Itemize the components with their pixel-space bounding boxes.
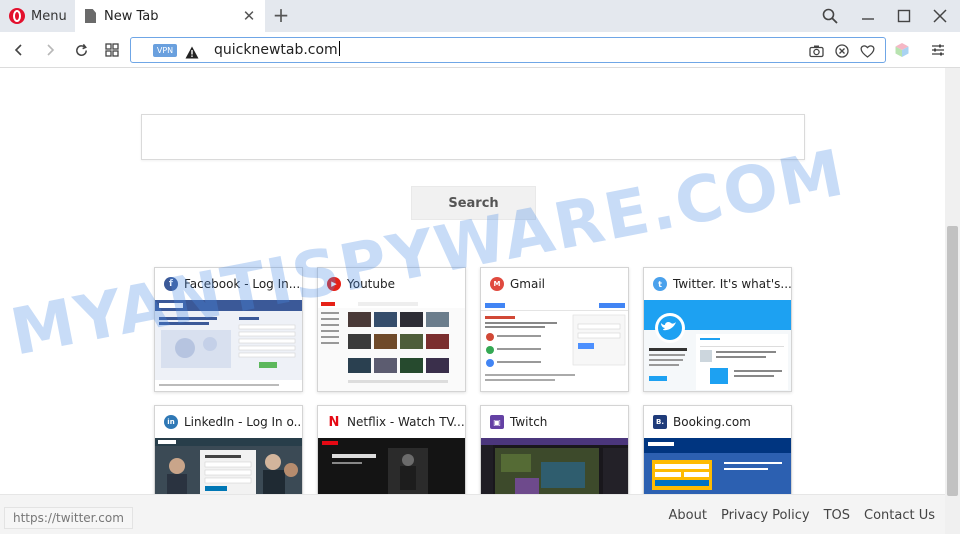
tile-title: LinkedIn - Log In o...: [184, 415, 303, 429]
speed-dial-youtube[interactable]: ▶ Youtube: [317, 267, 466, 392]
url-text: quicknewtab.com: [214, 42, 338, 58]
footer-link-tos[interactable]: TOS: [824, 508, 850, 523]
tile-title: Booking.com: [673, 415, 751, 429]
linkedin-icon: in: [164, 415, 178, 429]
status-bar-url: https://twitter.com: [4, 507, 133, 529]
twitter-thumbnail: [644, 300, 791, 391]
back-arrow-icon[interactable]: [7, 38, 31, 62]
forward-arrow-icon[interactable]: [38, 38, 62, 62]
page-icon: [85, 9, 96, 23]
tile-title: Youtube: [347, 277, 395, 291]
close-tab-icon[interactable]: ✕: [241, 7, 257, 25]
twitter-icon: t: [653, 277, 667, 291]
facebook-icon: f: [164, 277, 178, 291]
speed-dial-gmail[interactable]: M Gmail: [480, 267, 629, 392]
opera-logo-icon: [9, 8, 25, 24]
footer-links: About Privacy Policy TOS Contact Us: [669, 508, 935, 523]
page-content: Search f Facebook - Log In... ▶ Youtube …: [0, 68, 945, 534]
speed-dial-facebook[interactable]: f Facebook - Log In...: [154, 267, 303, 392]
easy-setup-icon[interactable]: [926, 38, 950, 62]
netflix-icon: N: [328, 414, 340, 430]
speed-dial-twitter[interactable]: t Twitter. It's what's...: [643, 267, 792, 392]
minimize-icon[interactable]: [857, 5, 879, 27]
extension-cube-icon[interactable]: [890, 38, 914, 62]
booking-icon: B.: [653, 415, 667, 429]
navigation-bar: VPN quicknewtab.com: [0, 32, 960, 68]
camera-snapshot-icon[interactable]: [808, 43, 824, 59]
search-tabs-icon[interactable]: [819, 5, 841, 27]
menu-label: Menu: [31, 8, 67, 24]
youtube-thumbnail: [318, 300, 465, 391]
gmail-thumbnail: [481, 300, 628, 391]
speed-dial-grid-icon[interactable]: [100, 38, 124, 62]
address-bar[interactable]: VPN quicknewtab.com: [130, 37, 886, 63]
maximize-icon[interactable]: [893, 5, 915, 27]
scrollbar-thumb[interactable]: [947, 226, 958, 496]
vertical-scrollbar[interactable]: [945, 68, 960, 534]
warning-icon[interactable]: [185, 44, 199, 59]
new-tab-plus-icon[interactable]: +: [270, 3, 292, 27]
tab-title: New Tab: [104, 8, 159, 24]
tile-title: Facebook - Log In...: [184, 277, 301, 291]
tile-title: Twitch: [510, 415, 548, 429]
close-window-icon[interactable]: [929, 5, 951, 27]
tile-title: Gmail: [510, 277, 546, 291]
opera-menu-button[interactable]: Menu: [0, 0, 75, 32]
footer-link-privacy-policy[interactable]: Privacy Policy: [721, 508, 810, 523]
tab-new-tab[interactable]: New Tab ✕: [75, 0, 265, 32]
gmail-icon: M: [490, 277, 504, 291]
vpn-badge[interactable]: VPN: [153, 44, 177, 57]
heart-bookmark-icon[interactable]: [859, 43, 875, 59]
footer-link-about[interactable]: About: [669, 508, 707, 523]
footer-link-contact-us[interactable]: Contact Us: [864, 508, 935, 523]
search-button[interactable]: Search: [411, 186, 536, 220]
twitch-icon: ▣: [490, 415, 504, 429]
youtube-icon: ▶: [327, 277, 341, 291]
page-footer: https://twitter.com About Privacy Policy…: [0, 494, 945, 534]
reload-icon[interactable]: [69, 38, 93, 62]
facebook-thumbnail: [155, 300, 302, 391]
tile-title: Twitter. It's what's...: [673, 277, 792, 291]
search-input[interactable]: [141, 114, 805, 160]
title-bar: Menu New Tab ✕ +: [0, 0, 960, 32]
tile-title: Netflix - Watch TV...: [347, 415, 465, 429]
adblock-icon[interactable]: [834, 43, 850, 59]
